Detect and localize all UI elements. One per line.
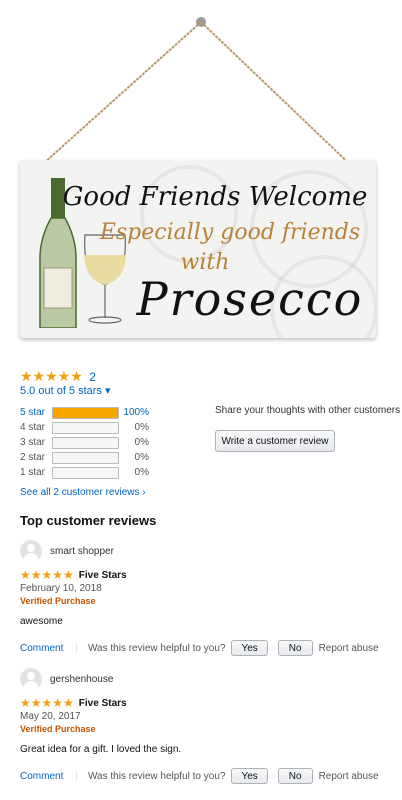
histogram-bar bbox=[52, 436, 119, 449]
reviewer-name[interactable]: smart shopper bbox=[50, 546, 114, 557]
see-all-reviews-link[interactable]: See all 2 customer reviews › bbox=[20, 487, 146, 498]
review-date: February 10, 2018 bbox=[20, 583, 102, 594]
review-actions: Comment | Was this review helpful to you… bbox=[20, 768, 380, 784]
comment-link[interactable]: Comment bbox=[20, 771, 63, 782]
histogram-percent[interactable]: 100% bbox=[119, 407, 149, 418]
reviewer-name[interactable]: gershenhouse bbox=[50, 674, 113, 685]
review-item: smart shopper ★★★★★ Five Stars February … bbox=[20, 540, 380, 656]
reviewer-profile[interactable]: smart shopper bbox=[20, 540, 380, 562]
review-title[interactable]: Five Stars bbox=[79, 570, 127, 581]
hanging-string bbox=[34, 17, 358, 170]
histogram-percent: 0% bbox=[134, 452, 149, 463]
review-stars-icon: ★★★★★ bbox=[20, 568, 74, 582]
review-date: May 20, 2017 bbox=[20, 711, 81, 722]
histogram-percent: 0% bbox=[134, 437, 149, 448]
comment-link[interactable]: Comment bbox=[20, 643, 63, 654]
histogram-bar bbox=[52, 421, 119, 434]
sign-board: Good Friends Welcome Especially good fri… bbox=[20, 160, 376, 338]
histogram-percent: 0% bbox=[134, 467, 149, 478]
helpful-question: Was this review helpful to you? bbox=[87, 770, 226, 782]
helpful-yes-button[interactable]: Yes bbox=[231, 640, 268, 656]
histogram-label: 2 star bbox=[20, 452, 46, 463]
write-review-button[interactable]: Write a customer review bbox=[215, 430, 335, 452]
histogram-bar bbox=[52, 451, 119, 464]
rating-count-link[interactable]: 2 bbox=[89, 370, 96, 384]
review-title[interactable]: Five Stars bbox=[79, 698, 127, 709]
histogram-row-1: 1 star 0% bbox=[20, 465, 160, 480]
sign-text-line-4: Prosecco bbox=[136, 272, 364, 326]
histogram-row-2: 2 star 0% bbox=[20, 450, 160, 465]
review-actions: Comment | Was this review helpful to you… bbox=[20, 640, 380, 656]
review-stars-icon: ★★★★★ bbox=[20, 696, 74, 710]
verified-purchase-badge: Verified Purchase bbox=[20, 596, 96, 606]
histogram-label[interactable]: 5 star bbox=[20, 407, 52, 418]
rating-stars-icon: ★★★★★ bbox=[20, 368, 83, 384]
sign-text-line-1: Good Friends Welcome bbox=[62, 182, 368, 212]
reviewer-profile[interactable]: gershenhouse bbox=[20, 668, 380, 690]
histogram-row-4: 4 star 0% bbox=[20, 420, 160, 435]
top-reviews-heading: Top customer reviews bbox=[20, 513, 157, 528]
avatar-icon[interactable] bbox=[20, 668, 42, 690]
verified-purchase-badge: Verified Purchase bbox=[20, 724, 96, 734]
report-abuse-link[interactable]: Report abuse bbox=[319, 771, 379, 782]
histogram-percent: 0% bbox=[134, 422, 149, 433]
histogram-row-3: 3 star 0% bbox=[20, 435, 160, 450]
helpful-no-button[interactable]: No bbox=[277, 768, 313, 784]
histogram-label: 1 star bbox=[20, 467, 46, 478]
review-item: gershenhouse ★★★★★ Five Stars May 20, 20… bbox=[20, 668, 380, 784]
divider: | bbox=[75, 770, 78, 782]
histogram-bar bbox=[52, 466, 119, 479]
histogram-label: 3 star bbox=[20, 437, 46, 448]
helpful-no-button[interactable]: No bbox=[277, 640, 313, 656]
histogram-label: 4 star bbox=[20, 422, 46, 433]
review-body: Great idea for a gift. I loved the sign. bbox=[20, 744, 182, 755]
helpful-yes-button[interactable]: Yes bbox=[231, 768, 268, 784]
review-body: awesome bbox=[20, 616, 63, 627]
histogram-fill bbox=[53, 407, 118, 418]
sign-text-line-2: Especially good friends bbox=[99, 220, 361, 245]
avatar-icon[interactable] bbox=[20, 540, 42, 562]
histogram-bar[interactable] bbox=[52, 406, 119, 419]
rating-histogram: 5 star 100% 4 star 0% 3 star 0% 2 star 0… bbox=[20, 405, 160, 480]
product-image: Good Friends Welcome Especially good fri… bbox=[0, 0, 402, 350]
divider: | bbox=[75, 642, 78, 654]
helpful-question: Was this review helpful to you? bbox=[87, 642, 226, 654]
histogram-row-5[interactable]: 5 star 100% bbox=[20, 405, 160, 420]
report-abuse-link[interactable]: Report abuse bbox=[319, 643, 379, 654]
share-thoughts-text: Share your thoughts with other customers bbox=[215, 405, 401, 416]
average-rating-dropdown[interactable]: 5.0 out of 5 stars ▾ bbox=[20, 384, 111, 397]
